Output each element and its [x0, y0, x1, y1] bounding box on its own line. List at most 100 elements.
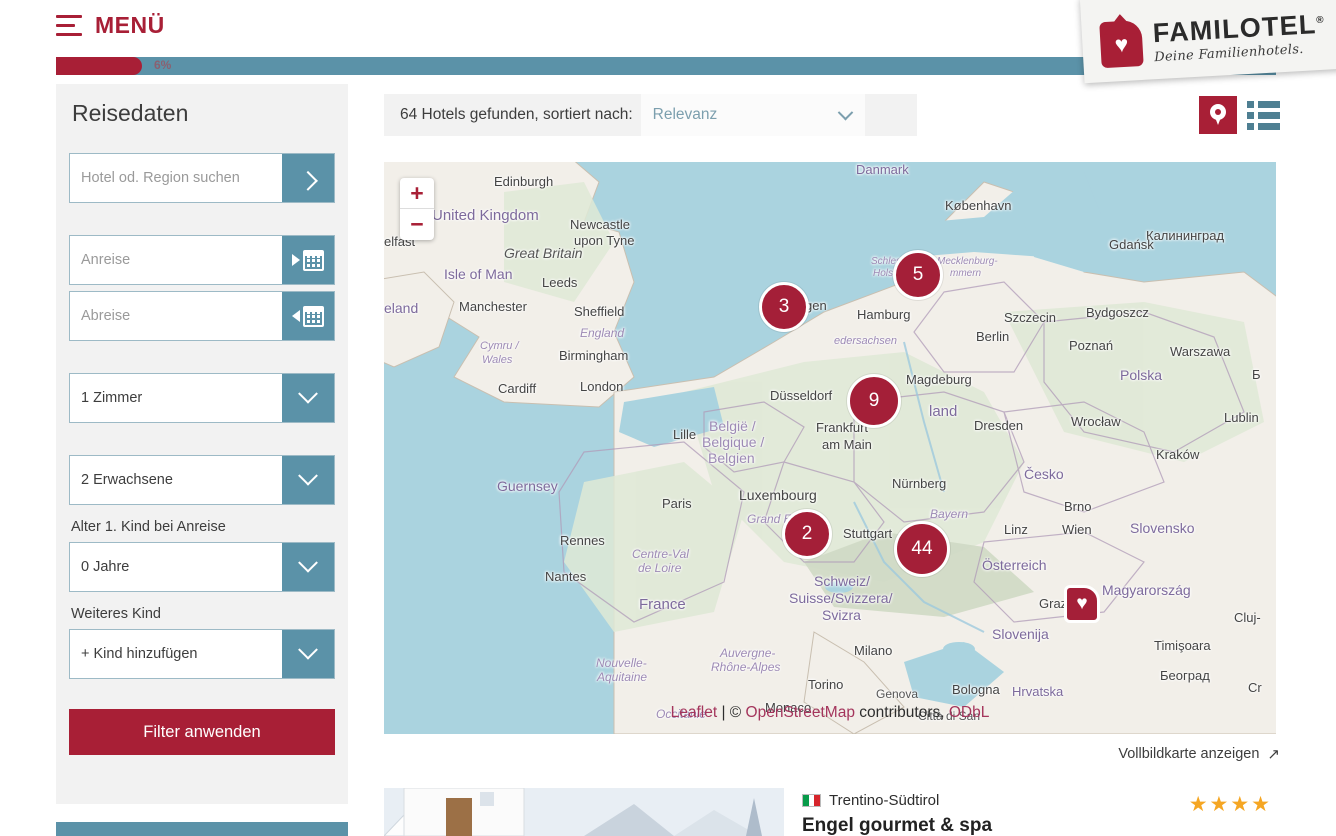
search-input[interactable]: Hotel od. Region suchen	[70, 154, 282, 202]
map-label: Rennes	[560, 533, 605, 548]
map-label: Luxembourg	[739, 487, 817, 503]
search-submit-button[interactable]	[282, 154, 334, 202]
menu-button[interactable]: MENÜ	[56, 12, 165, 39]
adults-value[interactable]: 2 Erwachsene	[70, 456, 282, 504]
map-cluster-marker[interactable]: 5	[893, 250, 943, 300]
map-label: Genova	[876, 687, 919, 701]
map-label: Düsseldorf	[770, 388, 833, 403]
map-label: upon Tyne	[574, 233, 635, 248]
hotel-info: Trentino-Südtirol Engel gourmet & spa ★★…	[802, 792, 1272, 836]
hotel-thumbnail[interactable]	[384, 788, 784, 836]
hamburger-icon	[56, 15, 82, 36]
map-label: Danmark	[856, 162, 909, 177]
apply-filter-button[interactable]: Filter anwenden	[69, 709, 335, 755]
map-label: United Kingdom	[432, 207, 539, 224]
triangle-right-icon	[292, 254, 300, 266]
results-header: 64 Hotels gefunden, sortiert nach: Relev…	[384, 94, 917, 136]
add-child-select[interactable]: + Kind hinzufügen	[69, 629, 335, 679]
triangle-left-icon	[292, 310, 300, 322]
map-label: Aquitaine	[597, 670, 648, 684]
rooms-dropdown-button[interactable]	[282, 374, 334, 422]
rooms-value[interactable]: 1 Zimmer	[70, 374, 282, 422]
map-label: Belgique /	[702, 434, 765, 450]
map-label: Bydgoszcz	[1086, 305, 1149, 320]
search-field[interactable]: Hotel od. Region suchen	[69, 153, 335, 203]
zoom-in-button[interactable]: +	[400, 178, 434, 209]
child-age-select[interactable]: 0 Jahre	[69, 542, 335, 592]
map-label: Manchester	[459, 299, 527, 314]
chevron-down-icon	[298, 465, 318, 486]
map-label: Cardiff	[498, 381, 537, 396]
map-label: land	[929, 403, 958, 420]
sort-value: Relevanz	[652, 106, 718, 123]
map-cluster-marker[interactable]: 9	[847, 374, 901, 428]
map-pin-icon	[1210, 104, 1226, 126]
map-label: Београд	[1160, 668, 1210, 683]
map-cluster-marker[interactable]: 3	[759, 282, 809, 332]
hotel-result-card[interactable]: Trentino-Südtirol Engel gourmet & spa ★★…	[384, 788, 1276, 836]
map-label: Magdeburg	[906, 372, 972, 387]
map-label: Svizra	[822, 607, 861, 623]
adults-select[interactable]: 2 Erwachsene	[69, 455, 335, 505]
map-label: Torino	[808, 677, 844, 692]
sort-dropdown[interactable]: Relevanz	[640, 94, 865, 136]
results-map[interactable]: + − Edinburgh United Kingdom Newcastle upon…	[384, 162, 1276, 734]
map-label: edersachsen	[834, 335, 897, 347]
add-child-value[interactable]: + Kind hinzufügen	[70, 630, 282, 678]
departure-calendar-button[interactable]	[282, 292, 334, 340]
osm-link[interactable]: OpenStreetMap	[746, 704, 855, 721]
hotel-name[interactable]: Engel gourmet & spa	[802, 815, 1272, 836]
add-child-dropdown-button[interactable]	[282, 630, 334, 678]
child-age-dropdown-button[interactable]	[282, 543, 334, 591]
list-view-button[interactable]	[1247, 100, 1280, 130]
odbl-link[interactable]: ODbL	[949, 704, 990, 721]
map-label: Lublin	[1224, 410, 1259, 425]
map-label: France	[639, 596, 686, 613]
leaflet-link[interactable]: Leaflet	[671, 704, 718, 721]
map-label: Mecklenburg-	[937, 256, 998, 267]
attr-sep: | ©	[717, 704, 746, 721]
arrival-input[interactable]: Anreise	[70, 236, 282, 284]
map-label: Timişoara	[1154, 638, 1211, 653]
map-label: Szczecin	[1004, 310, 1057, 325]
fullscreen-label: Vollbildkarte anzeigen	[1118, 746, 1260, 762]
map-label: Česko	[1024, 466, 1064, 482]
hotel-region: Trentino-Südtirol	[829, 792, 940, 809]
progress-fill	[56, 57, 142, 75]
view-toggle-group	[1199, 96, 1280, 134]
map-label: Magyarország	[1102, 582, 1191, 598]
map-cluster-marker[interactable]: 44	[894, 521, 950, 577]
map-label: Nantes	[545, 569, 587, 584]
arrival-calendar-button[interactable]	[282, 236, 334, 284]
map-label: Belgien	[708, 450, 755, 466]
map-label: Wrocław	[1071, 414, 1121, 429]
zoom-out-button[interactable]: −	[400, 209, 434, 240]
map-label: Auvergne-	[720, 646, 776, 660]
heart-pin-icon[interactable]: ♥	[1062, 585, 1102, 629]
adults-dropdown-button[interactable]	[282, 456, 334, 504]
map-view-button[interactable]	[1199, 96, 1237, 134]
arrival-field[interactable]: Anreise	[69, 235, 335, 285]
rooms-select[interactable]: 1 Zimmer	[69, 373, 335, 423]
map-label: Polska	[1120, 367, 1163, 383]
map-label: Bayern	[930, 507, 969, 521]
map-label: Linz	[1004, 522, 1028, 537]
progress-percent: 6%	[154, 58, 172, 72]
departure-input[interactable]: Abreise	[70, 292, 282, 340]
familotel-logo[interactable]: ♥ FAMILOTEL® Deine Familienhotels.	[1079, 0, 1336, 84]
map-cluster-marker[interactable]: 2	[782, 509, 832, 559]
departure-field[interactable]: Abreise	[69, 291, 335, 341]
map-zoom-controls[interactable]: + −	[400, 178, 434, 240]
map-label: de Loire	[638, 561, 682, 575]
map-label: Nürnberg	[892, 476, 947, 491]
map-label: Suisse/Svizzera/	[789, 590, 893, 606]
map-label: Isle of Man	[444, 266, 513, 282]
map-label: Edinburgh	[494, 174, 554, 189]
map-label: London	[580, 379, 624, 394]
map-label: Lille	[673, 427, 697, 442]
map-label: Leeds	[542, 275, 578, 290]
child-age-value[interactable]: 0 Jahre	[70, 543, 282, 591]
fullscreen-map-link[interactable]: Vollbildkarte anzeigen ↗	[1118, 745, 1280, 763]
chevron-down-icon	[298, 383, 318, 404]
logo-trademark: ®	[1315, 14, 1326, 26]
